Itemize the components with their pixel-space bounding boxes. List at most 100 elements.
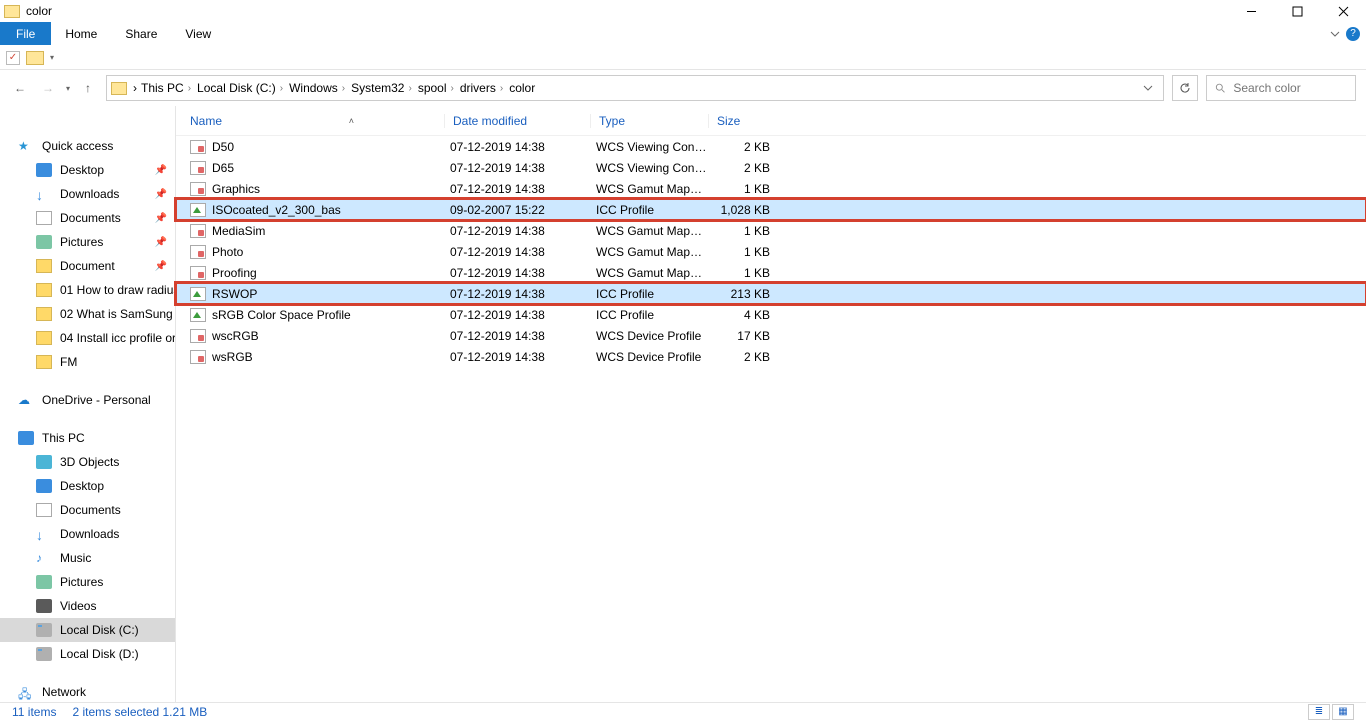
file-icon (190, 266, 206, 280)
file-row[interactable]: D5007-12-2019 14:38WCS Viewing Con…2 KB (176, 136, 1366, 157)
sidebar-item-documents2[interactable]: Documents (0, 498, 175, 522)
documents-icon (36, 211, 52, 225)
sidebar-this-pc[interactable]: This PC (0, 426, 175, 450)
back-button[interactable]: ← (10, 78, 30, 98)
folder-icon (36, 283, 52, 297)
ribbon-home-tab[interactable]: Home (51, 22, 111, 45)
sidebar-network[interactable]: 🖧Network (0, 680, 175, 702)
folder-icon (36, 307, 52, 321)
file-size: 1,028 KB (708, 203, 774, 217)
address-folder-icon (111, 82, 127, 95)
address-bar[interactable]: › This PC› Local Disk (C:)› Windows› Sys… (106, 75, 1164, 101)
file-size: 2 KB (708, 161, 774, 175)
file-row[interactable]: sRGB Color Space Profile07-12-2019 14:38… (176, 304, 1366, 325)
view-details-button[interactable]: ≣ (1308, 704, 1330, 720)
sidebar-item-pictures[interactable]: Pictures📌 (0, 230, 175, 254)
search-input[interactable] (1233, 81, 1347, 95)
status-item-count: 11 items (12, 705, 56, 719)
column-type[interactable]: Type (590, 114, 708, 128)
sidebar-item-local-disk-d[interactable]: Local Disk (D:) (0, 642, 175, 666)
quick-access-toolbar: ✓ ▾ (0, 46, 1366, 70)
address-dropdown-icon[interactable] (1143, 83, 1153, 93)
ribbon-share-tab[interactable]: Share (111, 22, 171, 45)
view-large-icons-button[interactable]: ▦ (1332, 704, 1354, 720)
ribbon: File Home Share View ? (0, 22, 1366, 46)
sidebar-item-folder[interactable]: 02 What is SamSung c (0, 302, 175, 326)
desktop-icon (36, 163, 52, 177)
title-bar: color (0, 0, 1366, 22)
file-icon (190, 182, 206, 196)
file-row[interactable]: wscRGB07-12-2019 14:38WCS Device Profile… (176, 325, 1366, 346)
refresh-button[interactable] (1172, 75, 1198, 101)
music-icon (36, 551, 52, 565)
drive-icon (36, 623, 52, 637)
file-rows: D5007-12-2019 14:38WCS Viewing Con…2 KBD… (176, 136, 1366, 367)
file-name: D65 (212, 161, 444, 175)
sidebar-item-pictures2[interactable]: Pictures (0, 570, 175, 594)
sidebar-item-videos[interactable]: Videos (0, 594, 175, 618)
file-date: 07-12-2019 14:38 (444, 182, 590, 196)
sidebar-item-music[interactable]: Music (0, 546, 175, 570)
file-type: WCS Gamut Map… (590, 224, 708, 238)
file-name: ISOcoated_v2_300_bas (212, 203, 444, 217)
main-split: ★ Quick access Desktop📌 Downloads📌 Docum… (0, 106, 1366, 702)
file-date: 07-12-2019 14:38 (444, 350, 590, 364)
sidebar-item-3d-objects[interactable]: 3D Objects (0, 450, 175, 474)
file-row[interactable]: MediaSim07-12-2019 14:38WCS Gamut Map…1 … (176, 220, 1366, 241)
sidebar-item-document[interactable]: Document📌 (0, 254, 175, 278)
close-button[interactable] (1320, 0, 1366, 22)
file-date: 09-02-2007 15:22 (444, 203, 590, 217)
sidebar-item-desktop[interactable]: Desktop📌 (0, 158, 175, 182)
maximize-button[interactable] (1274, 0, 1320, 22)
search-box[interactable] (1206, 75, 1356, 101)
sidebar-item-documents[interactable]: Documents📌 (0, 206, 175, 230)
qat-newfolder-icon[interactable] (26, 51, 44, 65)
sidebar-item-local-disk-c[interactable]: Local Disk (C:) (0, 618, 175, 642)
file-name: wscRGB (212, 329, 444, 343)
file-row[interactable]: ISOcoated_v2_300_bas09-02-2007 15:22ICC … (176, 199, 1366, 220)
file-type: WCS Viewing Con… (590, 161, 708, 175)
help-icon[interactable]: ? (1346, 27, 1360, 41)
ribbon-view-tab[interactable]: View (171, 22, 225, 45)
file-size: 4 KB (708, 308, 774, 322)
ribbon-file-tab[interactable]: File (0, 22, 51, 45)
sidebar-item-folder[interactable]: 01 How to draw radius (0, 278, 175, 302)
column-size[interactable]: Size (708, 114, 780, 128)
sidebar-item-folder[interactable]: 04 Install icc profile or (0, 326, 175, 350)
history-dropdown-icon[interactable]: ▾ (66, 84, 70, 93)
file-row[interactable]: Proofing07-12-2019 14:38WCS Gamut Map…1 … (176, 262, 1366, 283)
file-name: MediaSim (212, 224, 444, 238)
sidebar-item-folder[interactable]: FM (0, 350, 175, 374)
file-name: Proofing (212, 266, 444, 280)
qat-dropdown-icon[interactable]: ▾ (50, 53, 54, 62)
forward-button[interactable]: → (38, 78, 58, 98)
file-type: ICC Profile (590, 287, 708, 301)
file-row[interactable]: D6507-12-2019 14:38WCS Viewing Con…2 KB (176, 157, 1366, 178)
qat-properties-icon[interactable]: ✓ (6, 51, 20, 65)
sidebar-item-downloads2[interactable]: Downloads (0, 522, 175, 546)
file-size: 1 KB (708, 224, 774, 238)
file-type: WCS Gamut Map… (590, 182, 708, 196)
ribbon-collapse-icon[interactable] (1330, 29, 1340, 39)
file-row[interactable]: Photo07-12-2019 14:38WCS Gamut Map…1 KB (176, 241, 1366, 262)
column-name[interactable]: Name˄ (190, 114, 444, 128)
column-date[interactable]: Date modified (444, 114, 590, 128)
pin-icon: 📌 (155, 213, 167, 224)
file-size: 1 KB (708, 182, 774, 196)
breadcrumb: drivers› (458, 81, 505, 95)
file-icon (190, 140, 206, 154)
sidebar-quick-access[interactable]: ★ Quick access (0, 134, 175, 158)
pictures-icon (36, 575, 52, 589)
sidebar-onedrive[interactable]: ☁OneDrive - Personal (0, 388, 175, 412)
file-date: 07-12-2019 14:38 (444, 308, 590, 322)
file-row[interactable]: RSWOP07-12-2019 14:38ICC Profile213 KB (176, 283, 1366, 304)
file-size: 17 KB (708, 329, 774, 343)
sidebar-item-downloads[interactable]: Downloads📌 (0, 182, 175, 206)
file-row[interactable]: wsRGB07-12-2019 14:38WCS Device Profile2… (176, 346, 1366, 367)
file-row[interactable]: Graphics07-12-2019 14:38WCS Gamut Map…1 … (176, 178, 1366, 199)
file-name: sRGB Color Space Profile (212, 308, 444, 322)
sidebar-item-desktop2[interactable]: Desktop (0, 474, 175, 498)
minimize-button[interactable] (1228, 0, 1274, 22)
up-button[interactable]: ↑ (78, 78, 98, 98)
pin-icon: 📌 (155, 261, 167, 272)
